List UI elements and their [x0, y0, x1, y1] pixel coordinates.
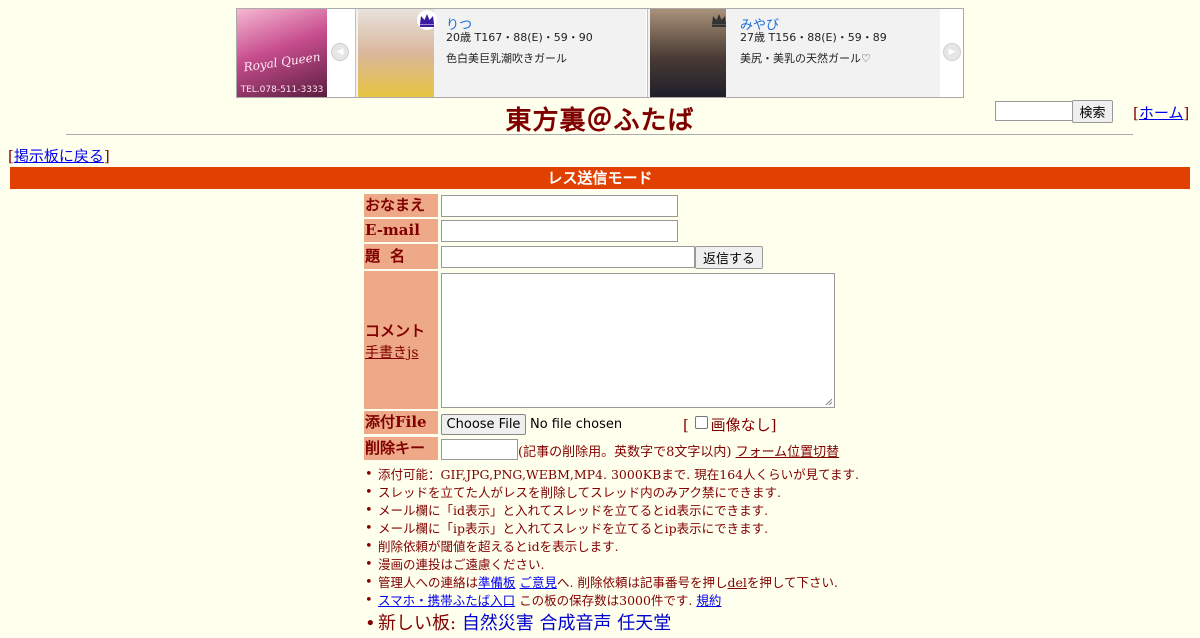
search-button[interactable]: 検索: [1072, 100, 1113, 123]
divider: [66, 134, 1133, 135]
banner-card-spec: 20歳 T167・88(E)・59・90: [446, 31, 593, 44]
delete-key-field[interactable]: [441, 439, 518, 460]
handwriting-link[interactable]: 手書きjs: [365, 342, 419, 362]
back-nav: [掲示板に戻る]: [8, 145, 110, 166]
list-item: スレッドを立てた人がレスを削除してスレッド内のみアク禁にできます.: [364, 484, 884, 502]
banner-logo-tel: TEL.078-511-3333: [240, 85, 324, 95]
delete-key-hint: (記事の削除用。英数字で8文字以内): [518, 445, 732, 460]
feedback-link[interactable]: ご意見: [520, 575, 558, 590]
comment-textarea[interactable]: [441, 273, 835, 408]
banner-card-catchphrase: 美尻・美乳の天然ガール♡: [740, 52, 871, 65]
home-link[interactable]: ホーム: [1139, 104, 1184, 122]
home-nav: [ホーム]: [1133, 102, 1189, 123]
ad-banner[interactable]: Royal Queen TEL.078-511-3333 ◀ りつ 20歳 T1…: [236, 8, 964, 98]
chevron-left-icon[interactable]: ◀: [331, 43, 349, 61]
bracket-close: ]: [103, 147, 110, 165]
no-image-option: [ 画像なし]: [683, 414, 777, 435]
note-text: を押して下さい.: [746, 575, 838, 590]
bracket-close: ]: [1183, 104, 1190, 122]
banner-card[interactable]: みやび 27歳 T156・88(E)・59・89 美尻・美乳の天然ガール♡: [647, 9, 940, 97]
bracket-close: ]: [770, 416, 777, 434]
note-text: メール欄に「ip表示」と入れてスレッドを立てるとip表示にできます.: [378, 521, 769, 536]
note-text: この板の保存数は3000件です.: [519, 593, 693, 608]
name-field[interactable]: [441, 195, 678, 217]
subject-label: 題名: [364, 244, 438, 269]
note-text: スレッドを立てた人がレスを削除してスレッド内のみアク禁にできます.: [378, 485, 781, 500]
terms-link[interactable]: 規約: [696, 593, 721, 608]
choose-file-button[interactable]: Choose File: [441, 414, 526, 435]
no-image-label: 画像なし: [710, 416, 771, 434]
back-to-board-link[interactable]: 掲示板に戻る: [14, 147, 104, 165]
del-link[interactable]: del: [727, 575, 746, 590]
new-board-link[interactable]: 合成音声: [540, 613, 612, 634]
bracket-open: [: [683, 416, 689, 434]
file-status: No file chosen: [530, 417, 623, 432]
new-board-link[interactable]: 自然災害: [462, 613, 534, 634]
comment-label-cell: コメント 手書きjs: [364, 271, 438, 409]
banner-card[interactable]: りつ 20歳 T167・88(E)・59・90 色白美巨乳潮吹きガール: [355, 9, 646, 97]
note-text: 管理人への連絡は: [378, 575, 479, 590]
banner-logo[interactable]: Royal Queen TEL.078-511-3333: [237, 9, 327, 97]
banner-logo-text: Royal Queen: [242, 49, 322, 75]
note-text: 新しい板:: [378, 613, 457, 634]
email-field[interactable]: [441, 220, 678, 242]
reply-submit-button[interactable]: 返信する: [695, 246, 763, 269]
chevron-right-icon[interactable]: ▶: [943, 43, 961, 61]
list-item: メール欄に「id表示」と入れてスレッドを立てるとid表示にできます.: [364, 502, 884, 520]
crown-icon: [417, 10, 437, 30]
search-input[interactable]: [995, 101, 1075, 121]
comment-label: コメント: [365, 322, 426, 340]
note-text: 削除依頼が閾値を超えるとidを表示します.: [378, 539, 619, 554]
note-text: 漫画の連投はご遠慮ください.: [378, 557, 545, 572]
banner-card-spec: 27歳 T156・88(E)・59・89: [740, 31, 887, 44]
subject-field[interactable]: [441, 246, 695, 268]
file-label: 添付File: [364, 411, 438, 434]
note-text: メール欄に「id表示」と入れてスレッドを立てるとid表示にできます.: [378, 503, 769, 518]
prep-board-link[interactable]: 準備板: [478, 575, 516, 590]
list-item: 新しい板: 自然災害 合成音声 任天堂: [364, 610, 884, 638]
list-item: スマホ・携帯ふたば入口 この板の保存数は3000件です. 規約: [364, 592, 884, 610]
delete-key-label: 削除キー: [364, 437, 438, 460]
banner-card-catchphrase: 色白美巨乳潮吹きガール: [446, 52, 567, 65]
resize-handle-icon[interactable]: [825, 398, 833, 406]
reply-mode-bar: レス送信モード: [10, 167, 1190, 189]
list-item: 漫画の連投はご遠慮ください.: [364, 556, 884, 574]
mobile-entrance-link[interactable]: スマホ・携帯ふたば入口: [378, 593, 515, 608]
new-board-link[interactable]: 任天堂: [617, 613, 671, 634]
form-position-toggle-link[interactable]: フォーム位置切替: [736, 445, 840, 460]
list-item: 削除依頼が閾値を超えるとidを表示します.: [364, 538, 884, 556]
list-item: 管理人への連絡は準備板 ご意見へ. 削除依頼は記事番号を押しdelを押して下さい…: [364, 574, 884, 592]
no-image-checkbox[interactable]: [694, 416, 708, 429]
list-item: メール欄に「ip表示」と入れてスレッドを立てるとip表示にできます.: [364, 520, 884, 538]
rules-list: 添付可能：GIF,JPG,PNG,WEBM,MP4. 3000KBまで. 現在1…: [364, 466, 884, 638]
note-text: へ. 削除依頼は記事番号を押し: [557, 575, 728, 590]
crown-icon: [712, 14, 726, 27]
name-label: おなまえ: [364, 194, 438, 217]
list-item: 添付可能：GIF,JPG,PNG,WEBM,MP4. 3000KBまで. 現在1…: [364, 466, 884, 484]
delete-key-note: (記事の削除用。英数字で8文字以内) フォーム位置切替: [518, 441, 839, 460]
email-label: E-mail: [364, 219, 438, 242]
note-text: 添付可能：GIF,JPG,PNG,WEBM,MP4. 3000KBまで. 現在1…: [378, 467, 859, 482]
